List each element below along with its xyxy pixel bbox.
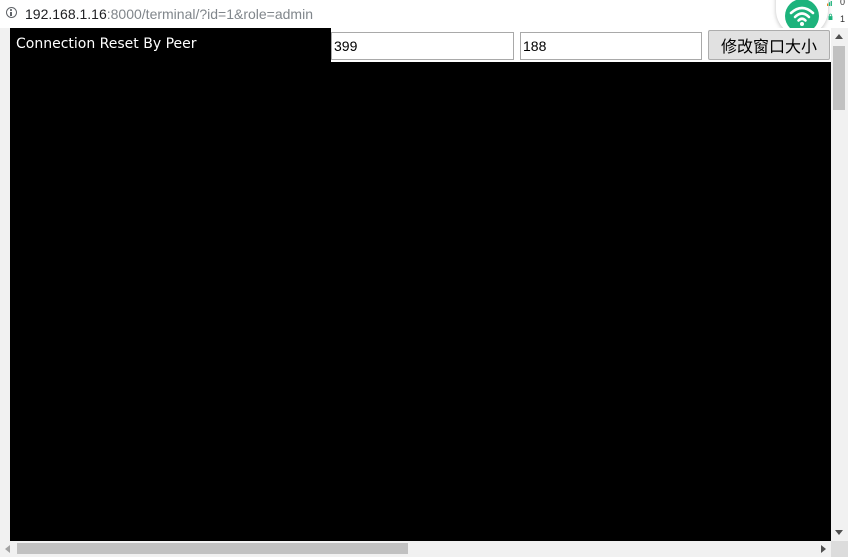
scroll-right-icon[interactable] <box>821 545 826 553</box>
terminal-width-input[interactable] <box>331 32 514 60</box>
scroll-down-icon[interactable] <box>835 530 843 535</box>
scroll-up-icon[interactable] <box>835 34 843 39</box>
terminal-height-input[interactable] <box>520 32 702 60</box>
tray-value-top: 0 <box>840 0 846 7</box>
resize-window-button[interactable]: 修改窗口大小 <box>708 30 830 60</box>
vertical-scrollbar[interactable] <box>831 28 848 541</box>
browser-window: 192.168.1.16:8000/terminal/?id=1&role=ad… <box>0 0 848 557</box>
vertical-scroll-thumb[interactable] <box>833 46 845 110</box>
page-margin <box>0 28 10 541</box>
url-host: 192.168.1.16 <box>25 6 107 22</box>
network-bars-icon <box>827 1 832 6</box>
resize-controls: 修改窗口大小 <box>331 28 831 62</box>
scroll-left-icon[interactable] <box>5 545 10 553</box>
url-text[interactable]: 192.168.1.16:8000/terminal/?id=1&role=ad… <box>25 5 313 23</box>
scrollbar-corner <box>831 541 848 557</box>
address-bar[interactable]: 192.168.1.16:8000/terminal/?id=1&role=ad… <box>0 0 848 29</box>
info-circle-icon[interactable] <box>6 7 17 18</box>
horizontal-scrollbar[interactable] <box>0 541 831 557</box>
url-path: :8000/terminal/?id=1&role=admin <box>106 6 313 22</box>
connection-status-text: Connection Reset By Peer <box>16 36 197 52</box>
terminal-screen[interactable]: Connection Reset By Peer 修改窗口大小 <box>10 28 831 541</box>
tray-value-bottom: 1 <box>840 14 846 24</box>
horizontal-scroll-thumb[interactable] <box>17 543 408 554</box>
lock-icon <box>828 13 833 20</box>
